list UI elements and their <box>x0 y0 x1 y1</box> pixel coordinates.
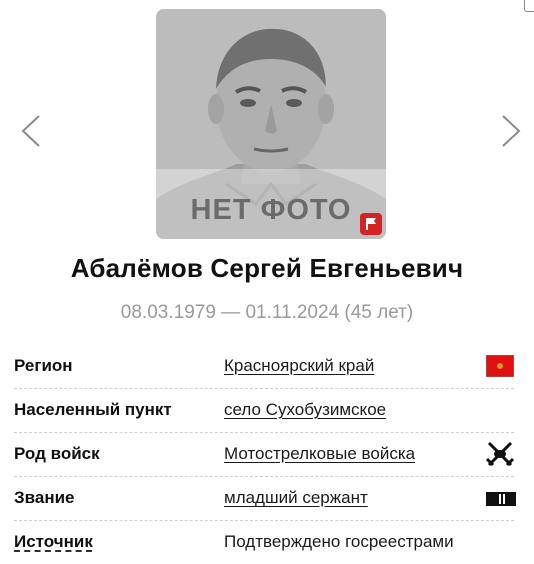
info-row-region: Регион Красноярский край <box>14 345 515 389</box>
chevron-left-icon[interactable] <box>20 114 42 153</box>
rank-insignia-icon <box>486 492 516 511</box>
info-row-rank: Звание младший сержант <box>14 477 516 521</box>
info-table: Регион Красноярский край Населенный пунк… <box>14 345 516 564</box>
source-value: Подтверждено госреестрами <box>224 532 454 551</box>
source-label: Источник <box>14 532 93 551</box>
branch-link[interactable]: Мотострелковые войска <box>224 444 415 464</box>
flag-icon[interactable] <box>360 213 382 235</box>
person-photo: НЕТ ФОТО <box>156 9 386 239</box>
no-photo-label: НЕТ ФОТО <box>190 194 352 226</box>
life-dates: 08.03.1979 — 01.11.2024 (45 лет) <box>120 302 414 323</box>
region-flag-icon <box>485 354 515 382</box>
person-name: Абалёмов Сергей Евгеньевич <box>70 253 464 283</box>
rank-label: Звание <box>14 488 75 507</box>
settlement-label: Населенный пункт <box>14 400 172 419</box>
chevron-right-icon[interactable] <box>500 114 522 153</box>
rank-link[interactable]: младший сержант <box>224 488 368 508</box>
region-link[interactable]: Красноярский край <box>224 356 374 376</box>
info-row-settlement: Населенный пункт село Сухобузимское <box>14 389 514 433</box>
motorized-rifle-emblem-icon <box>485 439 515 474</box>
region-label: Регион <box>14 356 73 375</box>
corner-menu-button[interactable] <box>524 0 534 12</box>
branch-label: Род войск <box>14 444 100 463</box>
settlement-link[interactable]: село Сухобузимское <box>224 400 386 420</box>
info-row-branch: Род войск Мотострелковые войска <box>14 433 515 477</box>
